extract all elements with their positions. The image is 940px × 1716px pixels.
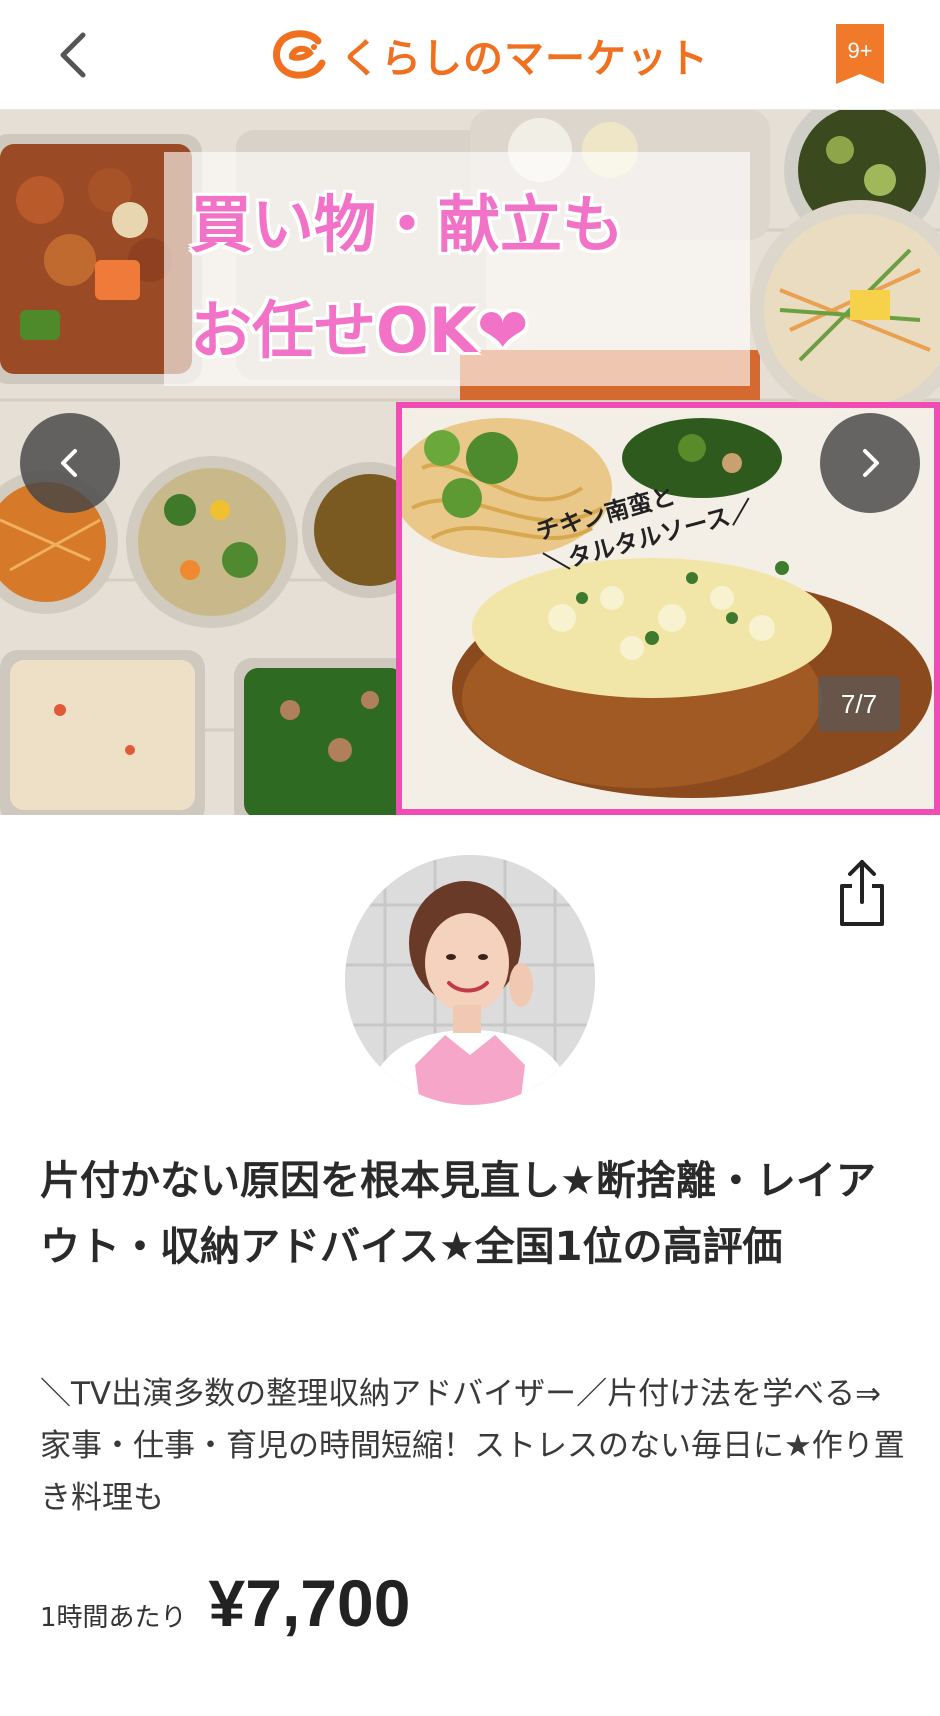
slide-counter: 7/7 xyxy=(818,676,900,732)
promo-banner: 買い物・献立も お任せOK❤ xyxy=(164,152,750,386)
logo-text: くらしのマーケット xyxy=(340,36,709,82)
image-carousel[interactable]: 買い物・献立も お任せOK❤ チキン南蛮と ＼タルタルソース／ 7/7 xyxy=(0,110,940,815)
notification-count: 9+ xyxy=(847,38,873,63)
seller-avatar[interactable] xyxy=(345,855,595,1105)
banner-line-2: お任せOK❤ xyxy=(190,294,529,367)
kurashi-logo-icon xyxy=(273,30,326,79)
listing-description: ＼TV出演多数の整理収納アドバイザー／片付け法を学べる⇒家事・仕事・育児の時間短… xyxy=(40,1376,905,1516)
listing-title: 片付かない原因を根本見直し★断捨離・レイアウト・収納アドバイス★全国1位の高評価 xyxy=(40,1158,876,1270)
back-button[interactable] xyxy=(40,22,106,88)
share-icon xyxy=(840,860,884,926)
kurashi-logo[interactable]: くらしのマーケット xyxy=(270,22,709,88)
avatar-photo xyxy=(345,855,595,1105)
price-value: ¥7,700 xyxy=(208,1566,411,1640)
price-unit: 1時間あたり xyxy=(40,1603,187,1633)
carousel-prev-button[interactable] xyxy=(20,413,120,513)
notification-badge[interactable]: 9+ xyxy=(836,24,884,84)
share-button[interactable] xyxy=(830,855,894,931)
banner-line-1: 買い物・献立も xyxy=(190,188,625,261)
carousel-next-button[interactable] xyxy=(820,413,920,513)
chevron-left-icon xyxy=(61,449,77,477)
chevron-left-icon xyxy=(60,32,86,78)
price-row: 1時間あたり ¥7,700 xyxy=(40,1565,410,1645)
app-header: くらしのマーケット 9+ xyxy=(0,0,940,110)
chevron-right-icon xyxy=(863,449,879,477)
